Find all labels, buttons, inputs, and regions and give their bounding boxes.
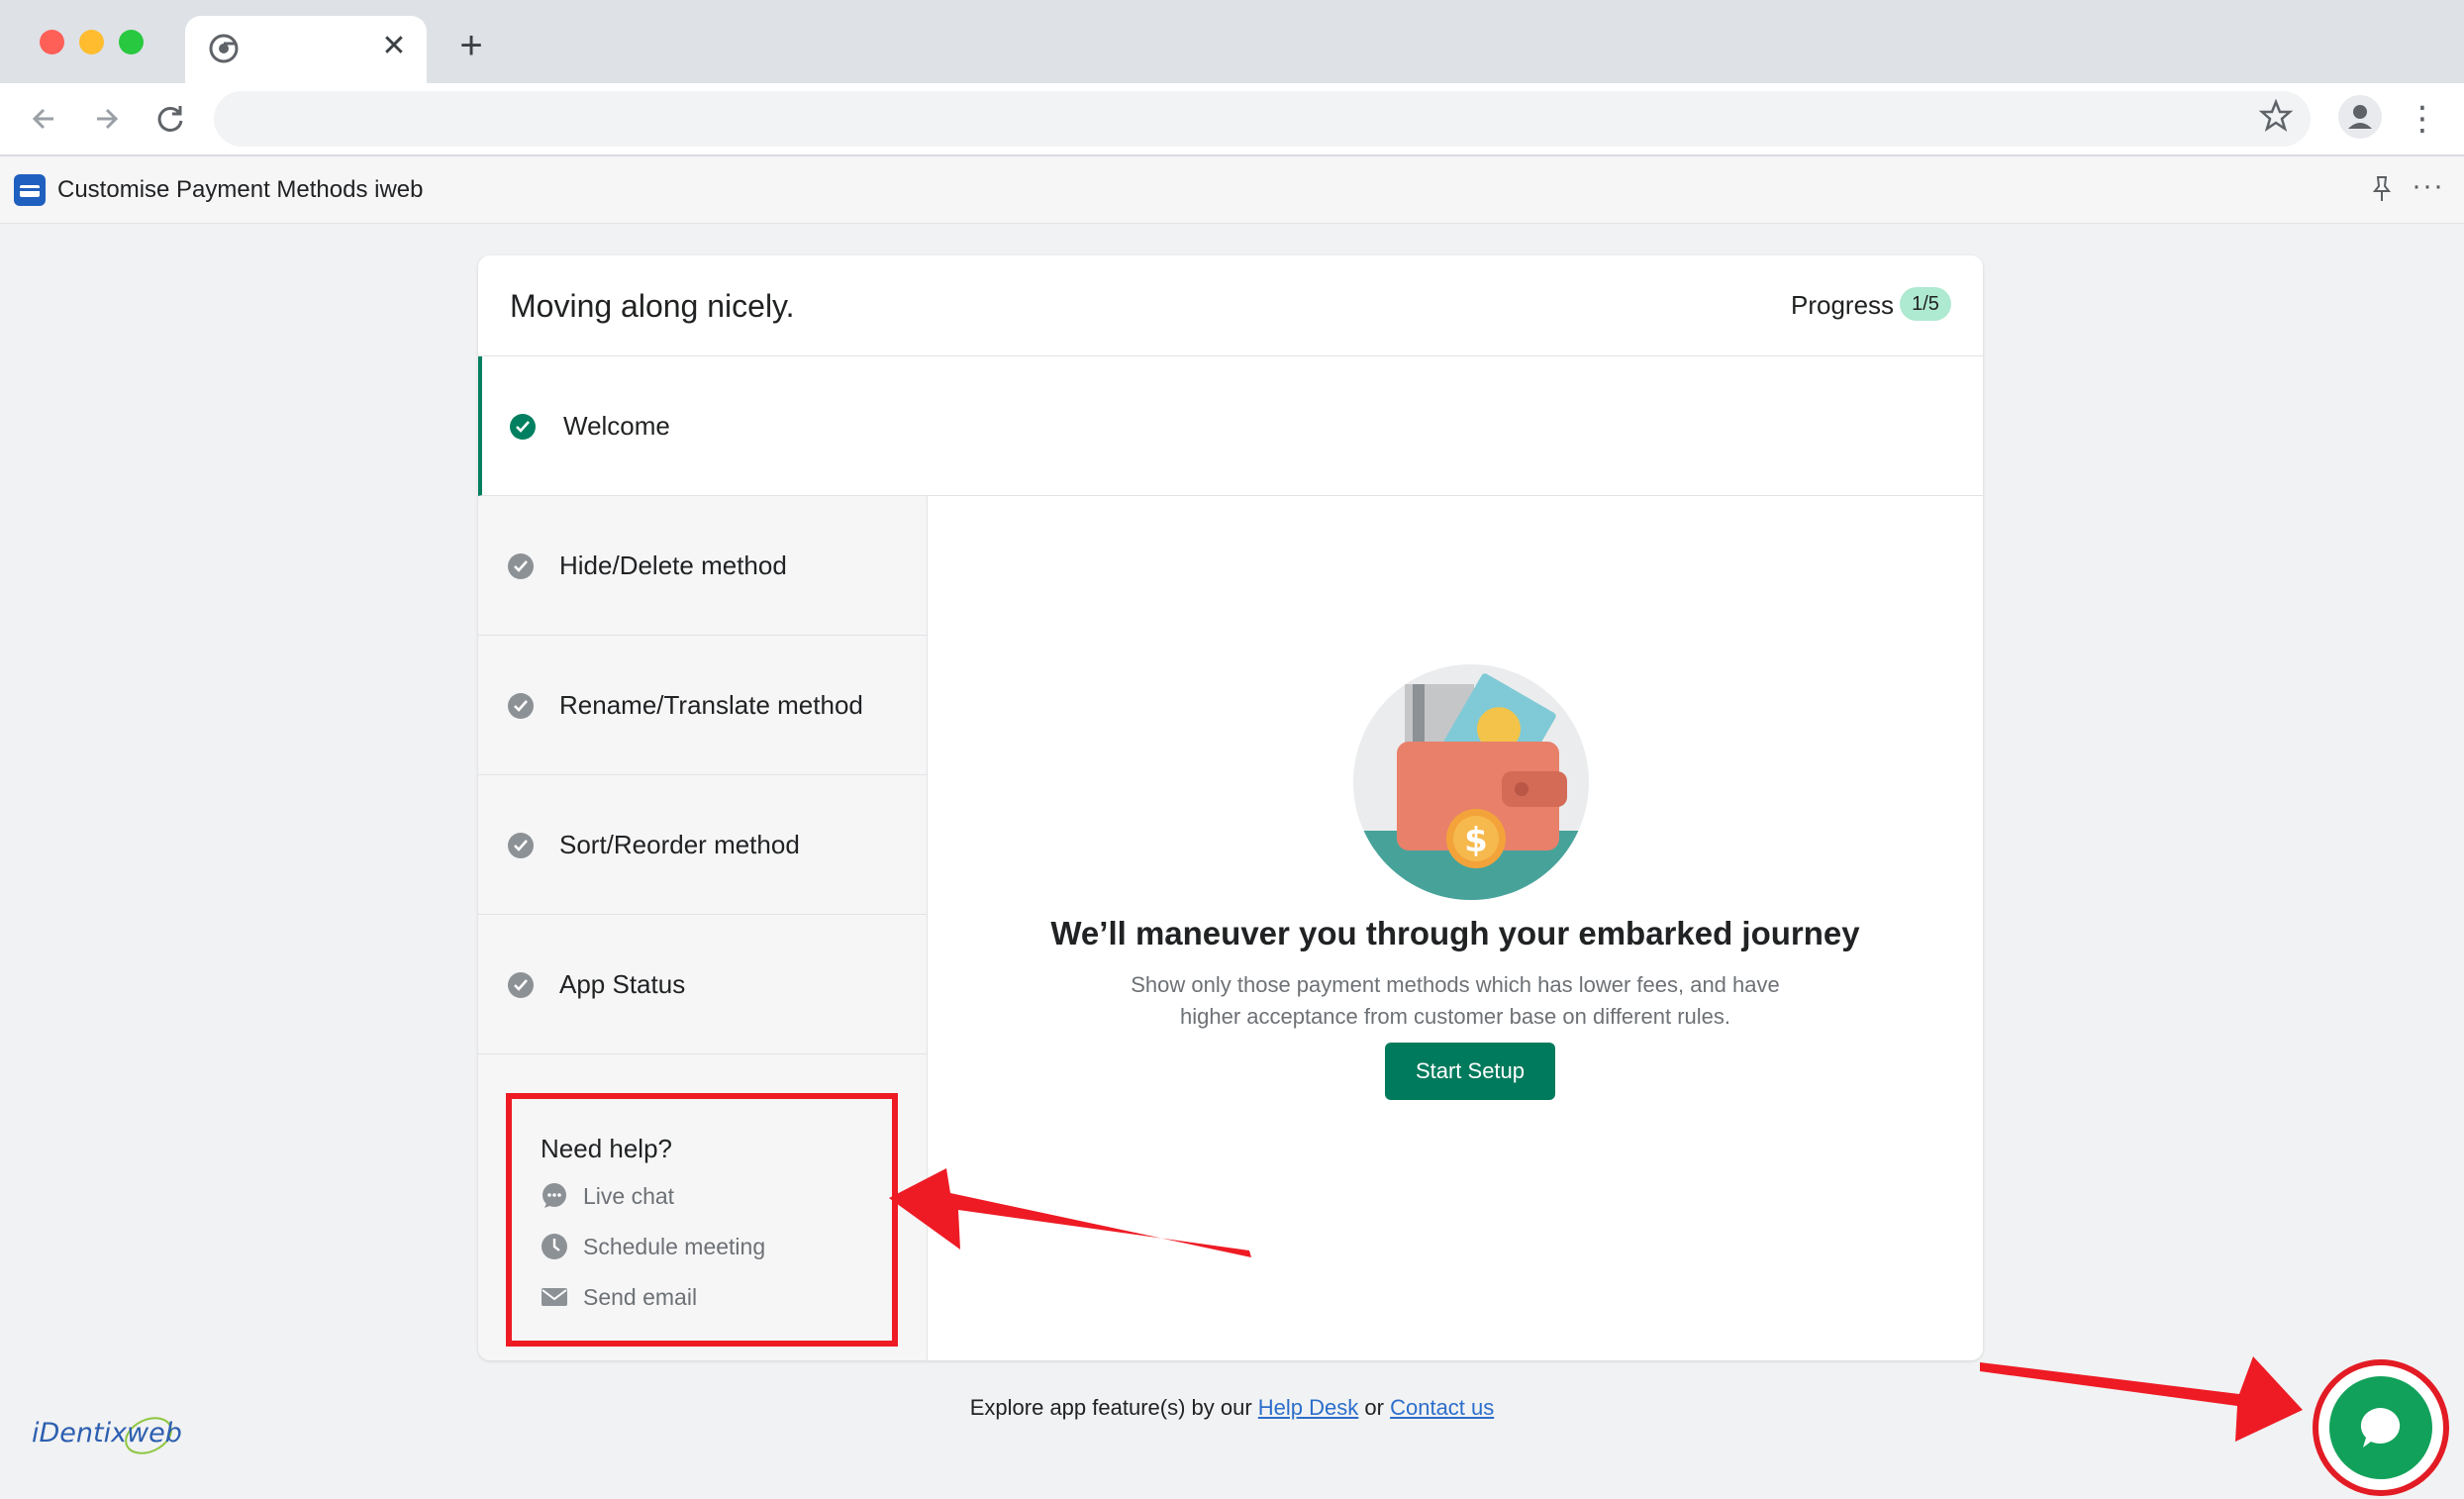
window-zoom-button[interactable]: [119, 30, 144, 54]
annotation-highlight-box: [506, 1093, 898, 1347]
footer-middle: or: [1364, 1395, 1384, 1420]
start-setup-button[interactable]: Start Setup: [1385, 1043, 1555, 1100]
contact-us-link[interactable]: Contact us: [1390, 1395, 1494, 1420]
help-desk-link[interactable]: Help Desk: [1258, 1395, 1358, 1420]
check-circle-icon: [510, 414, 536, 440]
step-hide-delete[interactable]: Hide/Delete method: [478, 496, 928, 636]
step-label: App Status: [559, 969, 686, 999]
step-label: Rename/Translate method: [559, 690, 863, 720]
browser-tab-strip: ✕ +: [0, 0, 2464, 83]
back-arrow-icon[interactable]: [24, 99, 63, 139]
setup-steps: Welcome Hide/Delete method Rename/Transl…: [478, 356, 1983, 1360]
card-header: Moving along nicely. Progress 1/5: [478, 255, 1983, 356]
floating-chat-button[interactable]: [2313, 1359, 2449, 1496]
browser-menu-icon[interactable]: ⋮: [2406, 97, 2439, 141]
brand-logo: iDentixweb: [32, 1417, 182, 1454]
window-minimize-button[interactable]: [79, 30, 104, 54]
step-rename-translate[interactable]: Rename/Translate method: [478, 636, 928, 775]
help-panel: Need help? Live chat Schedule meeting Se…: [478, 1061, 928, 1360]
pin-icon[interactable]: [2370, 174, 2394, 212]
check-circle-icon: [508, 972, 534, 998]
profile-avatar-icon[interactable]: [2338, 95, 2382, 139]
setup-card: Moving along nicely. Progress 1/5 Welcom…: [478, 255, 1983, 1360]
chat-button-fill[interactable]: [2329, 1376, 2432, 1479]
browser-toolbar: ⋮: [0, 83, 2464, 156]
step-label: Welcome: [563, 411, 670, 441]
app-logo-icon: [14, 174, 46, 206]
welcome-headline: We’ll maneuver you through your embarked…: [1050, 915, 1860, 951]
check-circle-icon: [508, 833, 534, 858]
chrome-icon: [209, 34, 239, 63]
close-tab-icon[interactable]: ✕: [377, 30, 411, 63]
chat-bubble-icon: [2360, 1407, 2401, 1448]
step-app-status[interactable]: App Status: [478, 915, 928, 1054]
step-label: Sort/Reorder method: [559, 830, 800, 859]
address-bar[interactable]: [214, 91, 2311, 147]
app-bar: Customise Payment Methods iweb ···: [0, 156, 2464, 224]
new-tab-button[interactable]: +: [451, 26, 491, 65]
reload-icon[interactable]: [150, 99, 190, 139]
card-title: Moving along nicely.: [510, 288, 795, 324]
step-label: Hide/Delete method: [559, 550, 787, 580]
step-sort-reorder[interactable]: Sort/Reorder method: [478, 775, 928, 915]
progress-badge: 1/5: [1900, 287, 1951, 321]
more-actions-icon[interactable]: ···: [2412, 168, 2444, 204]
footer-prefix: Explore app feature(s) by our: [969, 1395, 1252, 1420]
forward-arrow-icon[interactable]: [87, 99, 127, 139]
check-circle-icon: [508, 553, 534, 579]
browser-tab[interactable]: ✕: [185, 16, 427, 83]
check-circle-icon: [508, 693, 534, 719]
bookmark-star-icon[interactable]: [2258, 98, 2294, 142]
svg-text:$: $: [1464, 821, 1488, 860]
brand-name: iDentixweb: [32, 1418, 182, 1449]
progress-label: Progress: [1791, 290, 1895, 320]
app-title: Customise Payment Methods iweb: [57, 176, 424, 203]
welcome-description: Show only those payment methods which ha…: [1131, 972, 1780, 1029]
footer: Explore app feature(s) by our Help Desk …: [0, 1390, 2464, 1426]
window-close-button[interactable]: [40, 30, 64, 54]
welcome-content: $ We’ll maneuver you through your embark…: [928, 496, 1983, 1360]
step-welcome[interactable]: Welcome: [478, 356, 1983, 496]
wallet-illustration-icon: $: [1353, 664, 1589, 900]
